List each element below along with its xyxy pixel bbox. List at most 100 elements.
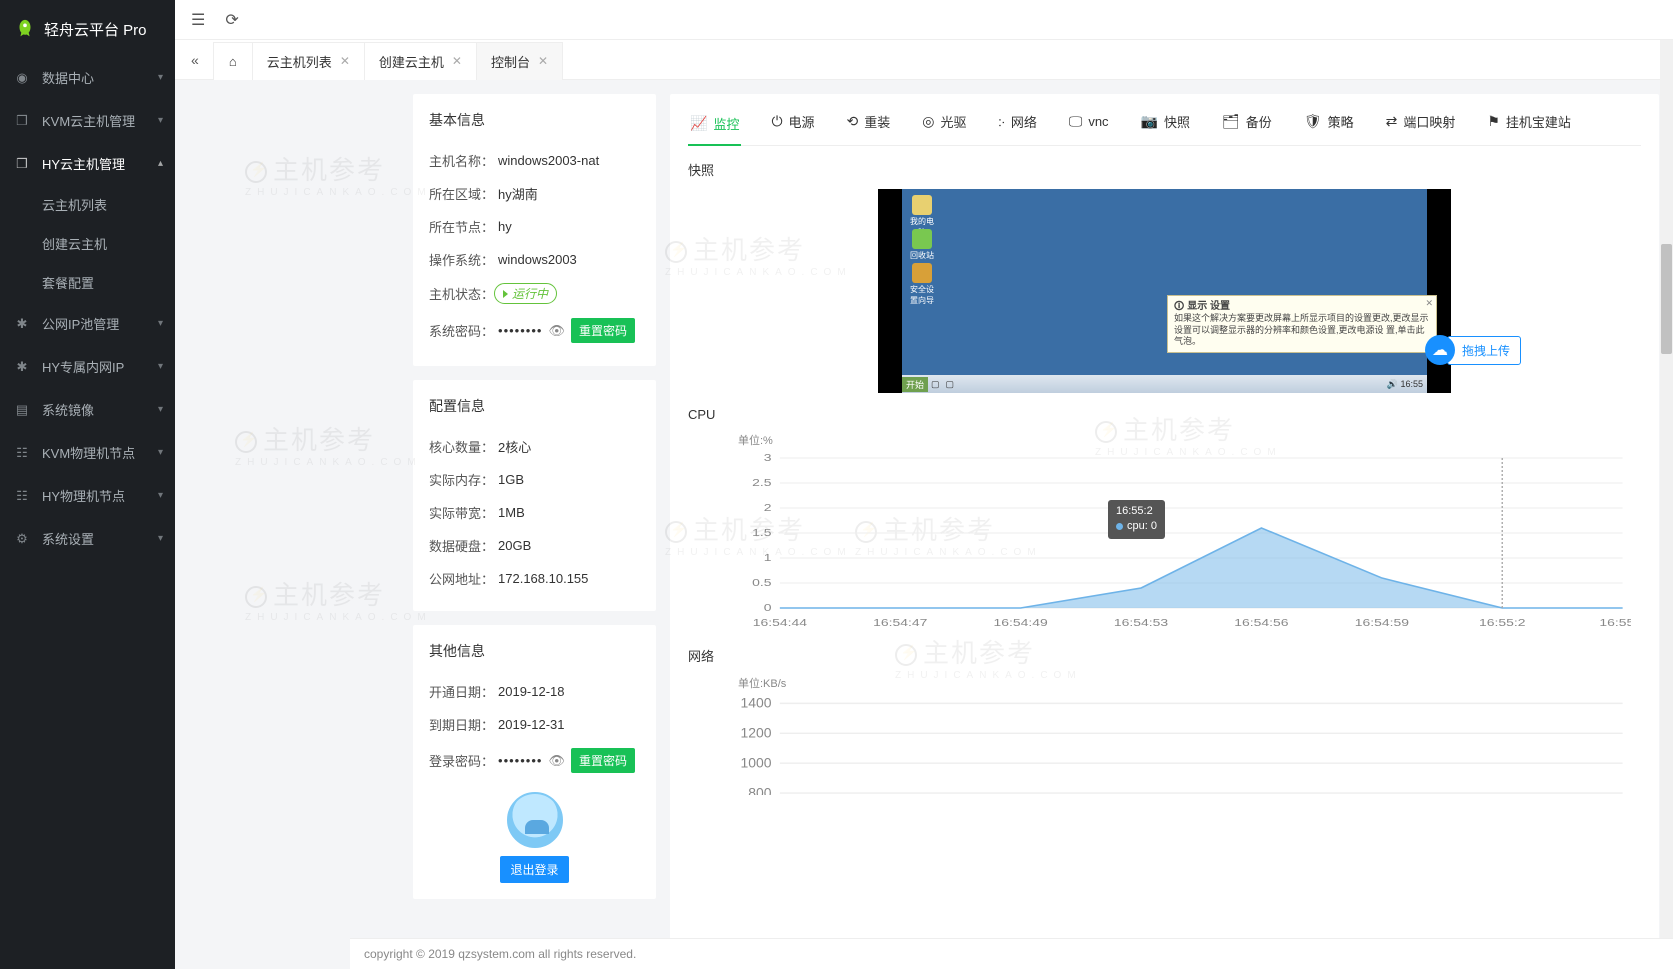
sidebar-item-5[interactable]: ▤系统镜像▾: [0, 388, 175, 431]
tab-0[interactable]: 云主机列表✕: [252, 42, 365, 80]
monitor-icon: 🖵: [1069, 113, 1083, 130]
action-光驱[interactable]: ◎ 光驱: [920, 108, 968, 135]
reset-syspw-button[interactable]: 重置密码: [571, 318, 635, 343]
close-icon[interactable]: ✕: [538, 54, 548, 68]
sidebar-item-label: HY专属内网IP: [42, 357, 124, 376]
refresh-icon[interactable]: ⟳: [225, 10, 238, 30]
disc-icon: ◎: [922, 113, 934, 130]
gear-icon: ⚙: [14, 531, 30, 547]
syspw-mask: ••••••••: [498, 323, 542, 338]
tab-home[interactable]: ⌂: [213, 42, 253, 80]
tab-label: 创建云主机: [379, 52, 444, 71]
sidebar-item-2[interactable]: ❒HY云主机管理▴: [0, 142, 175, 185]
net-title: 网络: [688, 646, 1641, 665]
backup-icon: 🗂: [1222, 113, 1240, 130]
network-icon: ✱: [14, 316, 30, 332]
sidebar-item-1[interactable]: ❒KVM云主机管理▾: [0, 99, 175, 142]
net-chart[interactable]: 400600800100012001400: [738, 695, 1631, 795]
brand-row: 轻舟云平台 Pro: [0, 8, 175, 56]
svg-text:0: 0: [764, 602, 772, 614]
action-label: 挂机宝建站: [1506, 112, 1571, 131]
chevron-down-icon: ▾: [158, 490, 163, 501]
action-label: 电源: [789, 112, 815, 131]
brand-text: 轻舟云平台 Pro: [44, 19, 147, 40]
action-label: vnc: [1088, 114, 1108, 129]
chevron-down-icon: ▾: [158, 404, 163, 415]
svg-text:1: 1: [764, 552, 772, 564]
action-挂机宝建站[interactable]: ⚑挂机宝建站: [1485, 108, 1573, 135]
menu-toggle-icon[interactable]: ☰: [191, 10, 205, 30]
scrollbar-thumb[interactable]: [1661, 244, 1672, 354]
snapshot-title: 快照: [688, 160, 1641, 179]
action-label: 光驱: [941, 112, 967, 131]
action-重装[interactable]: ⟲重装: [845, 108, 893, 135]
action-快照[interactable]: 📷快照: [1139, 108, 1192, 135]
sidebar: 轻舟云平台 Pro ◉数据中心▾❒KVM云主机管理▾❒HY云主机管理▴云主机列表…: [0, 0, 175, 969]
vnc-snapshot[interactable]: 我的电脑 回收站 安全设置向导 ✕ 🛈 显示 设置 如果这个解决方案要更改屏幕上…: [878, 189, 1451, 393]
net-unit: 单位:KB/s: [738, 675, 1641, 691]
dashboard-icon: ◉: [14, 70, 30, 86]
sidebar-item-8[interactable]: ⚙系统设置▾: [0, 517, 175, 560]
svg-text:16:54:56: 16:54:56: [1234, 617, 1289, 629]
cloud-upload-icon: ☁: [1425, 335, 1455, 365]
chevron-up-icon: ▴: [158, 158, 163, 169]
close-icon[interactable]: ✕: [1425, 298, 1433, 310]
action-策略[interactable]: 🛡策略: [1302, 108, 1356, 135]
svg-text:16:54:59: 16:54:59: [1355, 617, 1410, 629]
svg-text:0.5: 0.5: [752, 577, 772, 589]
svg-text:1000: 1000: [740, 754, 771, 770]
sidebar-item-label: 系统设置: [42, 529, 94, 548]
hostname-label: 主机名称：: [429, 151, 494, 170]
os-label: 操作系统：: [429, 250, 494, 269]
tab-1[interactable]: 创建云主机 ✕: [364, 42, 477, 80]
hostname-value: windows2003-nat: [498, 153, 599, 168]
sidebar-item-4[interactable]: ✱HY专属内网IP▾: [0, 345, 175, 388]
logout-button[interactable]: 退出登录: [500, 856, 568, 883]
sidebar-item-6[interactable]: ☷KVM物理机节点▾: [0, 431, 175, 474]
action-备份[interactable]: 🗂备份: [1220, 108, 1274, 135]
eye-icon[interactable]: 👁: [548, 323, 565, 339]
footer: copyright © 2019 qzsystem.com all rights…: [350, 938, 1673, 969]
svg-text:1.5: 1.5: [752, 527, 772, 539]
node-label: 所在节点：: [429, 217, 494, 236]
sidebar-sub-2-1[interactable]: 创建云主机: [0, 224, 175, 263]
rocket-icon: [14, 18, 36, 40]
sidebar-item-7[interactable]: ☷HY物理机节点▾: [0, 474, 175, 517]
ip-value: 172.168.10.155: [498, 571, 588, 586]
node-value: hy: [498, 219, 512, 234]
chevron-down-icon: ▾: [158, 115, 163, 126]
upload-button[interactable]: ☁ 拖拽上传: [1425, 335, 1521, 365]
scrollbar[interactable]: [1660, 40, 1673, 969]
cpu-chart[interactable]: 00.511.522.5316:54:4416:54:4716:54:4916:…: [738, 452, 1631, 632]
card-config-info: 配置信息 核心数量：2核心 实际内存：1GB 实际带宽：1MB 数据硬盘：20G…: [413, 380, 656, 611]
action-监控[interactable]: 📈监控: [688, 108, 741, 146]
sidebar-item-label: 数据中心: [42, 68, 94, 87]
disk-label: 数据硬盘：: [429, 536, 494, 555]
reset-loginpw-button[interactable]: 重置密码: [571, 748, 635, 773]
power-icon: ⏻: [771, 113, 782, 130]
chevron-down-icon: ▾: [158, 447, 163, 458]
expire-label: 到期日期：: [429, 715, 494, 734]
action-电源[interactable]: ⏻ 电源: [769, 108, 816, 135]
sidebar-item-label: KVM物理机节点: [42, 443, 135, 462]
sidebar-item-0[interactable]: ◉数据中心▾: [0, 56, 175, 99]
open-label: 开通日期：: [429, 682, 494, 701]
tab-2[interactable]: 控制台✕: [476, 42, 563, 80]
action-tabs: 📈监控 ⏻ 电源 ⟲重装 ◎ 光驱 ჻网络 🖵 vnc 📷快照 🗂备份 🛡策略 ⇄端口映射 ⚑挂机宝建站: [688, 108, 1641, 146]
loginpw-mask: ••••••••: [498, 753, 542, 768]
cpu-unit: 单位:%: [738, 432, 1641, 448]
config-title: 配置信息: [429, 396, 640, 416]
action-vnc[interactable]: 🖵 vnc: [1067, 108, 1111, 135]
action-端口映射[interactable]: ⇄端口映射: [1384, 108, 1458, 135]
eye-icon[interactable]: 👁: [548, 753, 565, 769]
tabs-prev-icon[interactable]: «: [183, 52, 207, 68]
sidebar-sub-2-2[interactable]: 套餐配置: [0, 263, 175, 302]
sidebar-item-3[interactable]: ✱公网IP池管理▾: [0, 302, 175, 345]
action-网络[interactable]: ჻网络: [997, 108, 1039, 135]
sidebar-sub-2-0[interactable]: 云主机列表: [0, 185, 175, 224]
region-value: hy湖南: [498, 184, 538, 203]
close-icon[interactable]: ✕: [452, 54, 462, 68]
close-icon[interactable]: ✕: [340, 54, 350, 68]
sidebar-item-label: 系统镜像: [42, 400, 94, 419]
sidebar-item-label: 公网IP池管理: [42, 314, 119, 333]
